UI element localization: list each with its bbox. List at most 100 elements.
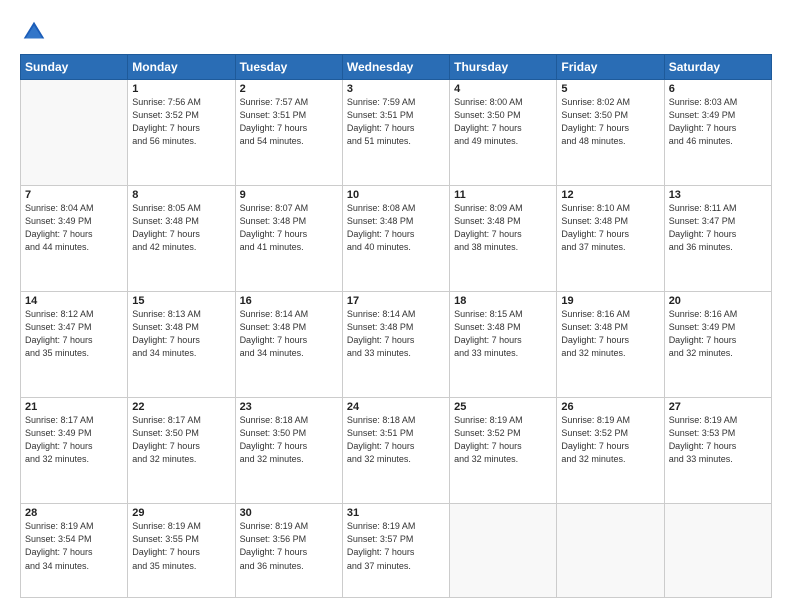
day-number: 15 — [132, 295, 230, 307]
day-info: Sunrise: 8:19 AM Sunset: 3:54 PM Dayligh… — [25, 520, 123, 572]
day-number: 26 — [561, 401, 659, 413]
weekday-header-wednesday: Wednesday — [342, 55, 449, 80]
day-number: 4 — [454, 83, 552, 95]
calendar-cell: 1Sunrise: 7:56 AM Sunset: 3:52 PM Daylig… — [128, 80, 235, 186]
calendar-cell: 17Sunrise: 8:14 AM Sunset: 3:48 PM Dayli… — [342, 292, 449, 398]
calendar-cell: 29Sunrise: 8:19 AM Sunset: 3:55 PM Dayli… — [128, 504, 235, 598]
calendar-cell: 6Sunrise: 8:03 AM Sunset: 3:49 PM Daylig… — [664, 80, 771, 186]
day-info: Sunrise: 8:19 AM Sunset: 3:55 PM Dayligh… — [132, 520, 230, 572]
day-number: 18 — [454, 295, 552, 307]
day-info: Sunrise: 8:16 AM Sunset: 3:48 PM Dayligh… — [561, 308, 659, 360]
day-number: 8 — [132, 189, 230, 201]
page: SundayMondayTuesdayWednesdayThursdayFrid… — [0, 0, 792, 612]
day-info: Sunrise: 8:19 AM Sunset: 3:52 PM Dayligh… — [561, 414, 659, 466]
calendar-cell: 7Sunrise: 8:04 AM Sunset: 3:49 PM Daylig… — [21, 186, 128, 292]
calendar-cell: 8Sunrise: 8:05 AM Sunset: 3:48 PM Daylig… — [128, 186, 235, 292]
calendar-cell: 5Sunrise: 8:02 AM Sunset: 3:50 PM Daylig… — [557, 80, 664, 186]
calendar-table: SundayMondayTuesdayWednesdayThursdayFrid… — [20, 54, 772, 598]
day-number: 20 — [669, 295, 767, 307]
day-number: 9 — [240, 189, 338, 201]
calendar-cell: 4Sunrise: 8:00 AM Sunset: 3:50 PM Daylig… — [450, 80, 557, 186]
calendar-cell: 25Sunrise: 8:19 AM Sunset: 3:52 PM Dayli… — [450, 398, 557, 504]
day-info: Sunrise: 8:05 AM Sunset: 3:48 PM Dayligh… — [132, 202, 230, 254]
day-number: 17 — [347, 295, 445, 307]
day-number: 2 — [240, 83, 338, 95]
day-info: Sunrise: 7:57 AM Sunset: 3:51 PM Dayligh… — [240, 96, 338, 148]
day-number: 10 — [347, 189, 445, 201]
header — [20, 18, 772, 46]
day-info: Sunrise: 8:12 AM Sunset: 3:47 PM Dayligh… — [25, 308, 123, 360]
calendar-cell: 10Sunrise: 8:08 AM Sunset: 3:48 PM Dayli… — [342, 186, 449, 292]
day-number: 29 — [132, 507, 230, 519]
day-number: 19 — [561, 295, 659, 307]
calendar-cell: 20Sunrise: 8:16 AM Sunset: 3:49 PM Dayli… — [664, 292, 771, 398]
day-number: 5 — [561, 83, 659, 95]
calendar-cell: 19Sunrise: 8:16 AM Sunset: 3:48 PM Dayli… — [557, 292, 664, 398]
calendar-cell: 23Sunrise: 8:18 AM Sunset: 3:50 PM Dayli… — [235, 398, 342, 504]
day-info: Sunrise: 8:14 AM Sunset: 3:48 PM Dayligh… — [347, 308, 445, 360]
calendar-cell: 27Sunrise: 8:19 AM Sunset: 3:53 PM Dayli… — [664, 398, 771, 504]
day-number: 27 — [669, 401, 767, 413]
day-number: 7 — [25, 189, 123, 201]
calendar-cell — [21, 80, 128, 186]
day-info: Sunrise: 8:15 AM Sunset: 3:48 PM Dayligh… — [454, 308, 552, 360]
day-number: 11 — [454, 189, 552, 201]
day-number: 12 — [561, 189, 659, 201]
day-number: 3 — [347, 83, 445, 95]
day-info: Sunrise: 8:14 AM Sunset: 3:48 PM Dayligh… — [240, 308, 338, 360]
week-row-3: 21Sunrise: 8:17 AM Sunset: 3:49 PM Dayli… — [21, 398, 772, 504]
day-number: 1 — [132, 83, 230, 95]
week-row-0: 1Sunrise: 7:56 AM Sunset: 3:52 PM Daylig… — [21, 80, 772, 186]
day-number: 13 — [669, 189, 767, 201]
day-info: Sunrise: 8:10 AM Sunset: 3:48 PM Dayligh… — [561, 202, 659, 254]
calendar-cell: 15Sunrise: 8:13 AM Sunset: 3:48 PM Dayli… — [128, 292, 235, 398]
week-row-4: 28Sunrise: 8:19 AM Sunset: 3:54 PM Dayli… — [21, 504, 772, 598]
day-info: Sunrise: 8:19 AM Sunset: 3:57 PM Dayligh… — [347, 520, 445, 572]
day-info: Sunrise: 8:03 AM Sunset: 3:49 PM Dayligh… — [669, 96, 767, 148]
day-number: 31 — [347, 507, 445, 519]
day-info: Sunrise: 8:04 AM Sunset: 3:49 PM Dayligh… — [25, 202, 123, 254]
day-number: 6 — [669, 83, 767, 95]
calendar-cell — [450, 504, 557, 598]
day-info: Sunrise: 8:07 AM Sunset: 3:48 PM Dayligh… — [240, 202, 338, 254]
calendar-cell: 2Sunrise: 7:57 AM Sunset: 3:51 PM Daylig… — [235, 80, 342, 186]
day-info: Sunrise: 8:16 AM Sunset: 3:49 PM Dayligh… — [669, 308, 767, 360]
day-number: 28 — [25, 507, 123, 519]
calendar-cell: 14Sunrise: 8:12 AM Sunset: 3:47 PM Dayli… — [21, 292, 128, 398]
weekday-header-tuesday: Tuesday — [235, 55, 342, 80]
day-number: 25 — [454, 401, 552, 413]
calendar-cell: 31Sunrise: 8:19 AM Sunset: 3:57 PM Dayli… — [342, 504, 449, 598]
weekday-header-saturday: Saturday — [664, 55, 771, 80]
day-info: Sunrise: 8:11 AM Sunset: 3:47 PM Dayligh… — [669, 202, 767, 254]
calendar-cell: 18Sunrise: 8:15 AM Sunset: 3:48 PM Dayli… — [450, 292, 557, 398]
day-number: 16 — [240, 295, 338, 307]
day-number: 21 — [25, 401, 123, 413]
day-info: Sunrise: 8:17 AM Sunset: 3:49 PM Dayligh… — [25, 414, 123, 466]
calendar-cell: 9Sunrise: 8:07 AM Sunset: 3:48 PM Daylig… — [235, 186, 342, 292]
day-info: Sunrise: 8:19 AM Sunset: 3:56 PM Dayligh… — [240, 520, 338, 572]
calendar-cell: 24Sunrise: 8:18 AM Sunset: 3:51 PM Dayli… — [342, 398, 449, 504]
day-info: Sunrise: 8:00 AM Sunset: 3:50 PM Dayligh… — [454, 96, 552, 148]
calendar-cell: 21Sunrise: 8:17 AM Sunset: 3:49 PM Dayli… — [21, 398, 128, 504]
calendar-cell: 16Sunrise: 8:14 AM Sunset: 3:48 PM Dayli… — [235, 292, 342, 398]
calendar-cell: 12Sunrise: 8:10 AM Sunset: 3:48 PM Dayli… — [557, 186, 664, 292]
day-info: Sunrise: 8:18 AM Sunset: 3:51 PM Dayligh… — [347, 414, 445, 466]
weekday-header-sunday: Sunday — [21, 55, 128, 80]
day-info: Sunrise: 8:18 AM Sunset: 3:50 PM Dayligh… — [240, 414, 338, 466]
week-row-1: 7Sunrise: 8:04 AM Sunset: 3:49 PM Daylig… — [21, 186, 772, 292]
day-info: Sunrise: 8:09 AM Sunset: 3:48 PM Dayligh… — [454, 202, 552, 254]
day-info: Sunrise: 7:59 AM Sunset: 3:51 PM Dayligh… — [347, 96, 445, 148]
calendar-cell: 11Sunrise: 8:09 AM Sunset: 3:48 PM Dayli… — [450, 186, 557, 292]
day-number: 23 — [240, 401, 338, 413]
calendar-cell — [557, 504, 664, 598]
day-info: Sunrise: 8:13 AM Sunset: 3:48 PM Dayligh… — [132, 308, 230, 360]
calendar-cell: 30Sunrise: 8:19 AM Sunset: 3:56 PM Dayli… — [235, 504, 342, 598]
calendar-cell: 3Sunrise: 7:59 AM Sunset: 3:51 PM Daylig… — [342, 80, 449, 186]
calendar-cell: 22Sunrise: 8:17 AM Sunset: 3:50 PM Dayli… — [128, 398, 235, 504]
weekday-header-thursday: Thursday — [450, 55, 557, 80]
day-info: Sunrise: 8:19 AM Sunset: 3:53 PM Dayligh… — [669, 414, 767, 466]
weekday-header-monday: Monday — [128, 55, 235, 80]
logo — [20, 18, 52, 46]
day-info: Sunrise: 8:02 AM Sunset: 3:50 PM Dayligh… — [561, 96, 659, 148]
day-number: 22 — [132, 401, 230, 413]
